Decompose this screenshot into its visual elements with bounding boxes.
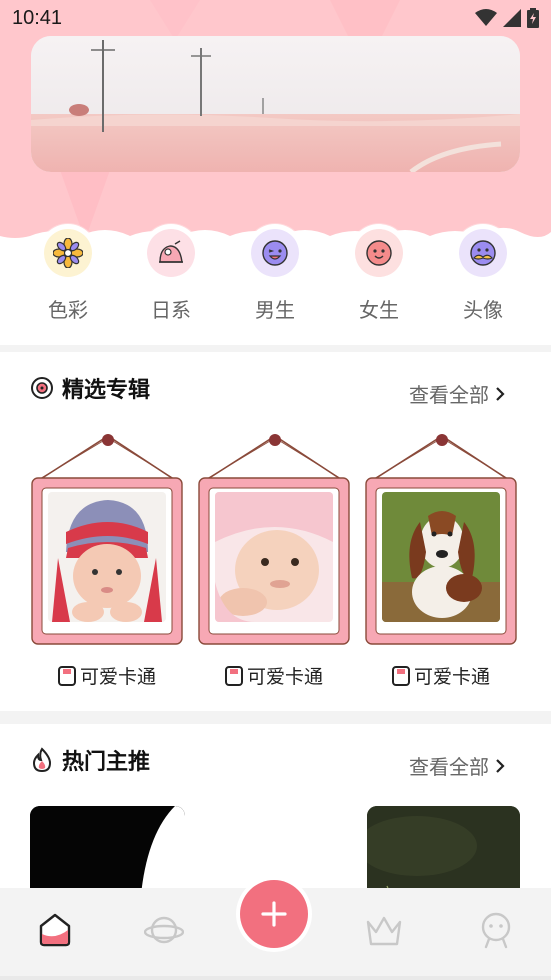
hot-card-image[interactable] xyxy=(367,806,520,894)
hot-title: 热门主推 xyxy=(62,750,151,775)
chevron-right-icon xyxy=(496,758,505,773)
album-photo-baby-towel xyxy=(215,492,333,622)
home-icon xyxy=(39,913,71,947)
album-tag-icon xyxy=(224,665,243,686)
album-title: 可爱卡通 xyxy=(79,666,156,688)
battery-icon xyxy=(527,8,539,28)
view-all-label: 查看全部 xyxy=(409,755,489,779)
category-japanese[interactable]: 日系 xyxy=(131,224,211,323)
status-icons xyxy=(475,8,539,28)
category-avatar[interactable]: 头像 xyxy=(443,224,523,323)
record-icon xyxy=(31,377,53,399)
nav-home[interactable] xyxy=(33,908,77,952)
hot-card-picture xyxy=(367,806,520,894)
crown-icon xyxy=(366,916,402,946)
category-color[interactable]: 色彩 xyxy=(28,224,108,323)
nav-vip[interactable] xyxy=(362,908,406,952)
featured-albums-section: 精选专辑 查看全部 可爱卡通 可爱卡通 可爱卡通 xyxy=(0,352,551,711)
category-label: 男生 xyxy=(255,298,295,322)
girl-face-icon xyxy=(355,229,403,277)
album-tag-icon xyxy=(57,665,76,686)
category-row: 色彩 日系 男生 女生 头像 xyxy=(0,224,551,334)
chevron-right-icon xyxy=(496,386,505,401)
featured-view-all[interactable]: 查看全部 xyxy=(409,379,505,408)
add-icon xyxy=(261,901,287,927)
featured-title: 精选专辑 xyxy=(62,378,151,403)
category-icon-ring xyxy=(39,224,97,282)
header: 10:41 色彩 日系 男生 女生 头像 xyxy=(0,0,551,345)
album-tag-icon xyxy=(391,665,410,686)
bottom-nav xyxy=(0,880,551,980)
featured-header: 精选专辑 xyxy=(30,372,150,404)
nav-profile[interactable] xyxy=(474,908,518,952)
hat-icon xyxy=(147,229,195,277)
status-bar: 10:41 xyxy=(0,0,551,36)
hot-picks-section: 热门主推 查看全部 xyxy=(0,724,551,894)
status-time: 10:41 xyxy=(12,7,63,29)
flame-icon xyxy=(32,747,52,773)
profile-icon xyxy=(481,912,511,949)
add-button[interactable] xyxy=(240,880,308,948)
banner-image[interactable] xyxy=(31,36,520,172)
category-label: 头像 xyxy=(463,298,503,322)
view-all-label: 查看全部 xyxy=(409,383,489,407)
category-icon-ring xyxy=(350,224,408,282)
hot-header: 热门主推 xyxy=(30,744,150,776)
category-label: 色彩 xyxy=(48,298,88,322)
hot-view-all[interactable]: 查看全部 xyxy=(409,751,505,780)
album-title: 可爱卡通 xyxy=(246,666,323,688)
album-label: 可爱卡通 xyxy=(362,662,520,689)
category-girls[interactable]: 女生 xyxy=(339,224,419,323)
boy-face-icon xyxy=(251,229,299,277)
category-label: 日系 xyxy=(151,298,191,322)
home-indicator xyxy=(0,976,551,980)
album-label: 可爱卡通 xyxy=(195,662,353,689)
signal-icon xyxy=(503,9,521,27)
hot-card-picture xyxy=(30,806,185,894)
category-boys[interactable]: 男生 xyxy=(235,224,315,323)
planet-icon xyxy=(144,916,184,944)
mustache-face-icon xyxy=(459,229,507,277)
wifi-icon xyxy=(475,9,497,26)
category-label: 女生 xyxy=(359,298,399,322)
category-icon-ring xyxy=(454,224,512,282)
album-label: 可爱卡通 xyxy=(28,662,186,689)
album-photo-dog xyxy=(382,492,500,622)
flower-icon xyxy=(44,229,92,277)
hot-card-image[interactable] xyxy=(30,806,185,894)
banner-field-picture xyxy=(31,36,520,172)
category-icon-ring xyxy=(142,224,200,282)
category-icon-ring xyxy=(246,224,304,282)
nav-discover[interactable] xyxy=(142,908,186,952)
album-title: 可爱卡通 xyxy=(413,666,490,688)
album-photo-baby xyxy=(48,492,166,622)
